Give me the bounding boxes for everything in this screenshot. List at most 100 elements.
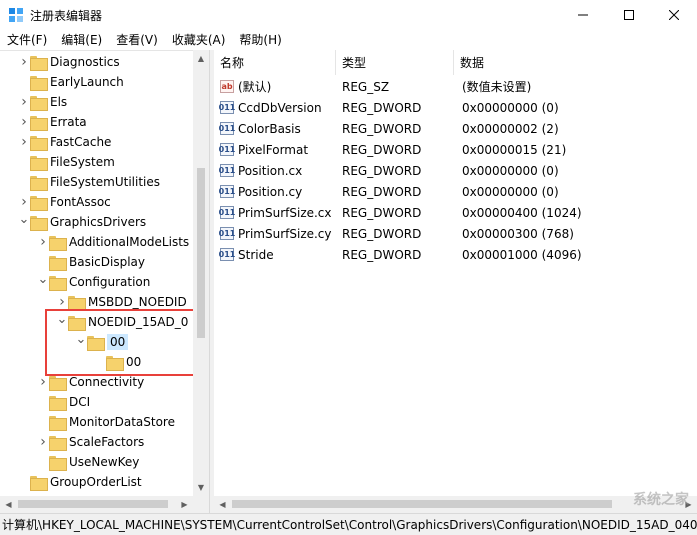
tree-node-label: UseNewKey — [69, 455, 140, 469]
value-name: Position.cy — [238, 184, 303, 199]
value-row[interactable]: 011 PixelFormat REG_DWORD 0x00000015 (21) — [214, 139, 697, 160]
tree-node[interactable]: ⌄ Configuration — [37, 272, 150, 292]
value-name: (默认) — [238, 80, 272, 94]
tree-node-label: Els — [50, 95, 68, 109]
maximize-button[interactable] — [606, 0, 652, 30]
values-horizontal-scrollbar[interactable]: ◀ ▶ — [214, 496, 697, 513]
chevron-right-icon[interactable]: › — [18, 112, 30, 132]
value-type: REG_DWORD — [342, 247, 422, 262]
folder-icon — [30, 75, 48, 91]
menu-file[interactable]: 文件(F) — [0, 30, 54, 50]
tree-node[interactable]: MonitorDataStore — [37, 412, 175, 432]
tree-vertical-scrollbar[interactable]: ▲ ▼ — [193, 50, 209, 496]
minimize-button[interactable] — [560, 0, 606, 30]
tree-node[interactable]: › FontAssoc — [18, 192, 111, 212]
binary-value-icon: 011 — [218, 143, 236, 156]
folder-icon — [49, 275, 67, 291]
tree-node-label: FileSystem — [50, 155, 115, 169]
scroll-thumb[interactable] — [232, 500, 612, 508]
scroll-down-icon[interactable]: ▼ — [193, 479, 209, 496]
tree-horizontal-scrollbar[interactable]: ◀ ▶ — [0, 496, 209, 513]
value-name: ColorBasis — [238, 121, 301, 136]
tree-node-label: BasicDisplay — [69, 255, 146, 269]
folder-icon — [30, 175, 48, 191]
string-value-icon: ab — [220, 80, 234, 93]
value-row[interactable]: 011 PrimSurfSize.cy REG_DWORD 0x00000300 (7… — [214, 223, 697, 244]
tree-node[interactable]: › Diagnostics — [18, 52, 120, 72]
value-data: 0x00000002 (2) — [462, 121, 559, 136]
value-row[interactable]: 011 Stride REG_DWORD 0x00001000 (4096) — [214, 244, 697, 265]
folder-icon — [49, 455, 67, 471]
tree-node-label: Configuration — [69, 275, 151, 289]
value-row[interactable]: 011 PrimSurfSize.cx REG_DWORD 0x00000400 (1… — [214, 202, 697, 223]
folder-icon — [49, 235, 67, 251]
menu-favorites[interactable]: 收藏夹(A) — [165, 30, 233, 50]
close-button[interactable] — [651, 0, 697, 30]
value-row[interactable]: ab (默认) REG_SZ (数值未设置) — [214, 76, 697, 97]
folder-icon — [30, 95, 48, 111]
scroll-up-icon[interactable]: ▲ — [193, 50, 209, 67]
value-type: REG_DWORD — [342, 121, 422, 136]
chevron-down-icon[interactable]: ⌄ — [37, 269, 49, 289]
tree-node-label: Connectivity — [69, 375, 145, 389]
column-header-type[interactable]: 类型 — [336, 50, 454, 75]
menu-bar: 文件(F) 编辑(E) 查看(V) 收藏夹(A) 帮助(H) — [0, 30, 697, 50]
chevron-right-icon[interactable]: › — [37, 232, 49, 252]
chevron-down-icon[interactable]: ⌄ — [18, 209, 30, 229]
value-name: CcdDbVersion — [238, 100, 322, 115]
folder-icon — [30, 135, 48, 151]
value-row[interactable]: 011 Position.cx REG_DWORD 0x00000000 (0) — [214, 160, 697, 181]
value-data: 0x00000000 (0) — [462, 100, 559, 115]
tree-node[interactable]: › Els — [18, 92, 67, 112]
tree-node[interactable]: › FastCache — [18, 132, 111, 152]
folder-icon — [49, 255, 67, 271]
scroll-thumb[interactable] — [18, 500, 168, 508]
tree-node[interactable]: › AdditionalModeLists — [37, 232, 189, 252]
value-name: PrimSurfSize.cy — [238, 226, 332, 241]
value-data: 0x00000400 (1024) — [462, 205, 582, 220]
tree-node-label: AdditionalModeLists — [69, 235, 190, 249]
tree-node[interactable]: › ScaleFactors — [37, 432, 144, 452]
value-name-cell: 011 Stride — [218, 244, 274, 265]
key-tree[interactable]: › Diagnostics EarlyLaunch › Els › Errata › FastC… — [0, 50, 209, 496]
value-name: PrimSurfSize.cx — [238, 205, 332, 220]
tree-node[interactable]: EarlyLaunch — [18, 72, 124, 92]
value-name: Stride — [238, 247, 274, 262]
chevron-right-icon[interactable]: › — [37, 432, 49, 452]
tree-node[interactable]: › Errata — [18, 112, 87, 132]
scroll-right-icon[interactable]: ▶ — [176, 496, 193, 513]
chevron-right-icon[interactable]: › — [18, 132, 30, 152]
close-icon — [669, 10, 679, 20]
highlight-annotation-box — [45, 309, 204, 376]
tree-node[interactable]: ⌄ GraphicsDrivers — [18, 212, 146, 232]
value-type: REG_DWORD — [342, 142, 422, 157]
value-row[interactable]: 011 ColorBasis REG_DWORD 0x00000002 (2) — [214, 118, 697, 139]
status-bar-path: 计算机\HKEY_LOCAL_MACHINE\SYSTEM\CurrentCon… — [0, 513, 697, 535]
menu-help[interactable]: 帮助(H) — [232, 30, 288, 50]
value-type: REG_DWORD — [342, 100, 422, 115]
scroll-left-icon[interactable]: ◀ — [214, 496, 231, 513]
value-name-cell: 011 ColorBasis — [219, 118, 301, 139]
menu-view[interactable]: 查看(V) — [109, 30, 165, 50]
tree-node[interactable]: FileSystem — [18, 152, 115, 172]
folder-icon — [30, 475, 48, 491]
tree-node[interactable]: UseNewKey — [37, 452, 139, 472]
column-header-data[interactable]: 数据 — [454, 50, 697, 75]
tree-node[interactable]: BasicDisplay — [37, 252, 145, 272]
value-row[interactable]: 011 Position.cy REG_DWORD 0x00000000 (0) — [214, 181, 697, 202]
tree-node[interactable]: GroupOrderList — [18, 472, 142, 492]
binary-value-icon: 011 — [218, 248, 236, 261]
scroll-thumb[interactable] — [197, 168, 205, 338]
scroll-left-icon[interactable]: ◀ — [0, 496, 17, 513]
folder-icon — [68, 295, 86, 311]
tree-node[interactable]: DCI — [37, 392, 90, 412]
tree-node-label: MonitorDataStore — [69, 415, 175, 429]
tree-node-label: FastCache — [50, 135, 112, 149]
chevron-right-icon[interactable]: › — [18, 92, 30, 112]
tree-node[interactable]: FileSystemUtilities — [18, 172, 160, 192]
menu-edit[interactable]: 编辑(E) — [54, 30, 109, 50]
value-row[interactable]: 011 CcdDbVersion REG_DWORD 0x00000000 (0) — [214, 97, 697, 118]
chevron-right-icon[interactable]: › — [18, 52, 30, 72]
column-header-name[interactable]: 名称 — [214, 50, 336, 75]
